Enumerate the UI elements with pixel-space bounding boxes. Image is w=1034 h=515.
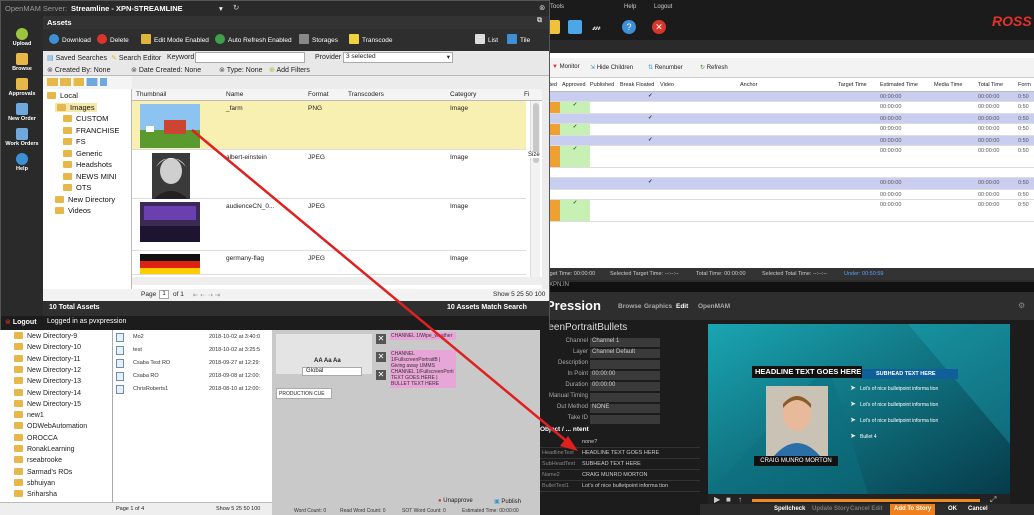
drag-arrow (191, 129, 578, 451)
